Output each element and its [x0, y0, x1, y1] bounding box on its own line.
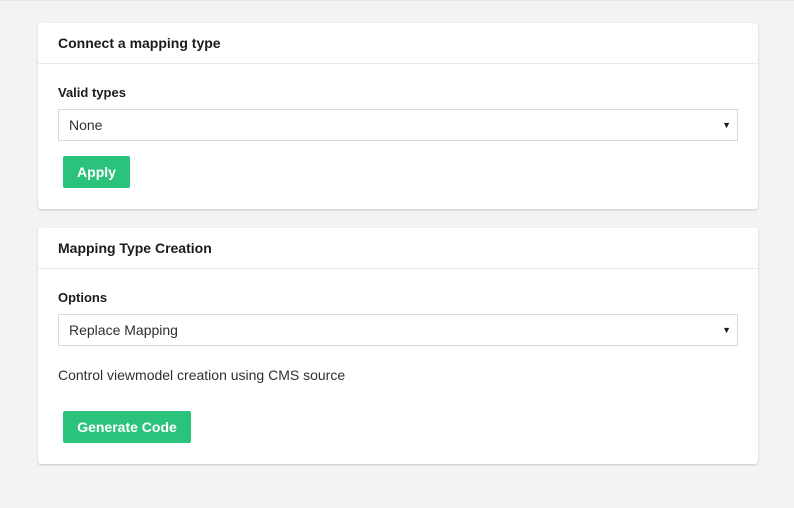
panel-title: Mapping Type Creation — [38, 228, 758, 269]
valid-types-label: Valid types — [58, 85, 126, 100]
options-label: Options — [58, 290, 108, 305]
panel-title: Connect a mapping type — [38, 23, 758, 64]
apply-button[interactable]: Apply — [63, 156, 130, 188]
valid-types-select[interactable]: None ▼ — [58, 109, 738, 141]
mapping-type-creation-panel: Mapping Type Creation Options Replace Ma… — [38, 228, 758, 464]
connect-mapping-panel: Connect a mapping type Valid types None … — [38, 23, 758, 209]
options-select[interactable]: Replace Mapping ▼ — [58, 314, 738, 346]
options-select-value: Replace Mapping — [69, 322, 178, 338]
valid-types-select-value: None — [69, 117, 103, 133]
caret-down-icon: ▼ — [722, 120, 731, 130]
caret-down-icon: ▼ — [722, 325, 731, 335]
generate-code-button[interactable]: Generate Code — [63, 411, 191, 443]
help-text: Control viewmodel creation using CMS sou… — [58, 367, 346, 383]
